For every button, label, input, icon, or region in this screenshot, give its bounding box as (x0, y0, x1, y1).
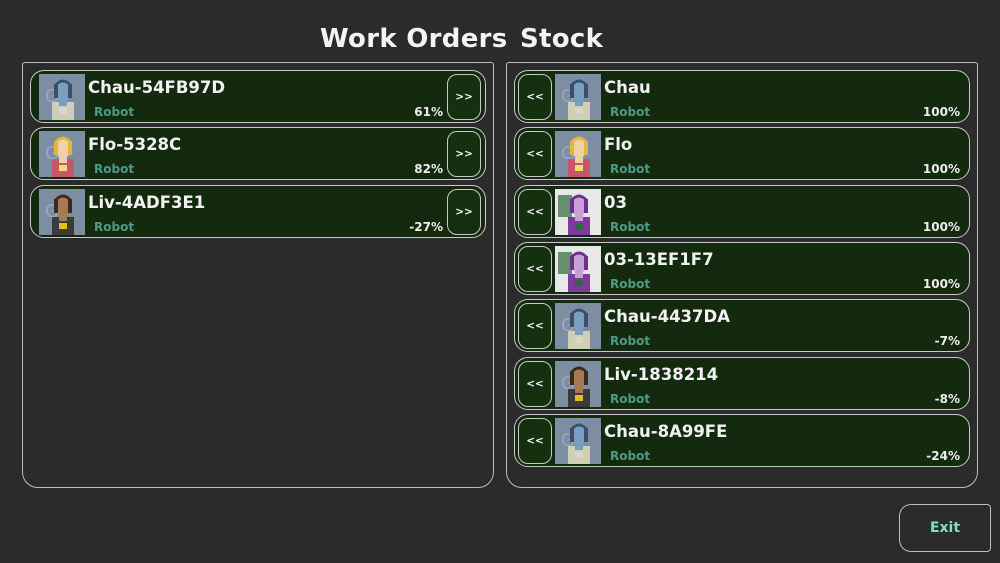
move-to-orders-button[interactable]: << (518, 245, 552, 292)
stock-card[interactable]: G Chau Robot 100% << (514, 70, 970, 123)
stock-title: Stock (520, 24, 604, 54)
stock-card[interactable]: G Chau-8A99FE Robot -24% << (514, 413, 970, 467)
robot-portrait-icon: G (555, 74, 601, 120)
robot-name: Chau-4437DA (604, 307, 730, 327)
move-to-orders-button[interactable]: << (518, 360, 552, 407)
move-to-stock-button[interactable]: >> (447, 131, 481, 178)
work-order-card[interactable]: G Flo-5328C Robot 82% >> (30, 127, 486, 181)
move-to-orders-button[interactable]: << (518, 74, 552, 120)
robot-name: 03-13EF1F7 (604, 249, 714, 269)
robot-portrait-icon: G (555, 360, 601, 407)
robot-type: Robot (610, 105, 651, 119)
move-to-orders-button[interactable]: << (518, 417, 552, 464)
robot-portrait-icon: G (39, 188, 85, 235)
stock-card[interactable]: G Liv-1838214 Robot -8% << (514, 356, 970, 410)
work-orders-panel: G Chau-54FB97D Robot 61% >> G Flo-5328C Robo… (22, 62, 494, 488)
stock-card[interactable]: 03 Robot 100% << (514, 184, 970, 238)
robot-percent: 82% (414, 162, 443, 177)
robot-type: Robot (610, 448, 651, 463)
exit-button[interactable]: Exit (899, 504, 991, 552)
robot-percent: -27% (409, 219, 443, 234)
robot-type: Robot (94, 105, 135, 119)
robot-portrait-icon (555, 188, 601, 235)
robot-percent: 61% (414, 105, 443, 119)
robot-type: Robot (610, 162, 651, 177)
robot-portrait-icon (555, 245, 601, 292)
move-to-stock-button[interactable]: >> (447, 74, 481, 120)
robot-percent: -24% (926, 448, 960, 463)
robot-portrait-icon: G (555, 417, 601, 464)
work-order-card[interactable]: G Chau-54FB97D Robot 61% >> (30, 70, 486, 123)
stock-card[interactable]: G Chau-4437DA Robot -7% << (514, 299, 970, 353)
robot-name: Flo-5328C (88, 135, 182, 155)
robot-percent: -8% (934, 391, 960, 406)
robot-name: Liv-1838214 (604, 364, 719, 384)
robot-type: Robot (94, 162, 135, 177)
move-to-orders-button[interactable]: << (518, 303, 552, 350)
stock-panel: G Chau Robot 100% << G Flo Robot 100% << 03 Rob… (506, 62, 978, 488)
robot-name: Flo (604, 135, 633, 155)
robot-type: Robot (610, 276, 651, 291)
robot-portrait-icon: G (39, 131, 85, 178)
robot-type: Robot (94, 219, 135, 234)
robot-portrait-icon: G (39, 74, 85, 120)
move-to-stock-button[interactable]: >> (447, 188, 481, 235)
robot-percent: -7% (934, 334, 960, 349)
work-orders-title: Work Orders (320, 24, 508, 54)
robot-portrait-icon: G (555, 303, 601, 350)
robot-name: Chau-54FB97D (88, 78, 226, 97)
robot-type: Robot (610, 334, 651, 349)
robot-type: Robot (610, 219, 651, 234)
robot-portrait-icon: G (555, 131, 601, 178)
move-to-orders-button[interactable]: << (518, 188, 552, 235)
work-order-card[interactable]: G Liv-4ADF3E1 Robot -27% >> (30, 184, 486, 238)
robot-name: Liv-4ADF3E1 (88, 192, 206, 212)
robot-type: Robot (610, 391, 651, 406)
robot-percent: 100% (922, 219, 960, 234)
robot-percent: 100% (922, 105, 960, 119)
stock-card[interactable]: G Flo Robot 100% << (514, 127, 970, 181)
stock-card[interactable]: 03-13EF1F7 Robot 100% << (514, 241, 970, 295)
robot-name: 03 (604, 192, 627, 212)
robot-percent: 100% (922, 162, 960, 177)
robot-percent: 100% (922, 276, 960, 291)
robot-name: Chau (604, 78, 651, 97)
move-to-orders-button[interactable]: << (518, 131, 552, 178)
robot-name: Chau-8A99FE (604, 421, 728, 441)
